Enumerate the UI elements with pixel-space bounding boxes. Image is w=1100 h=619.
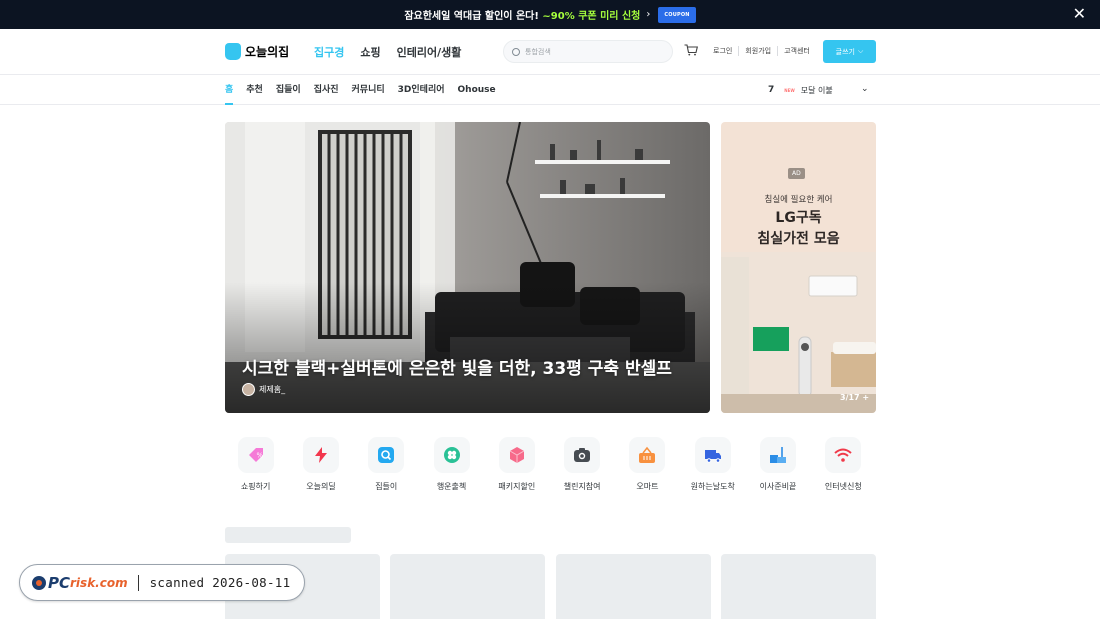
- chevron-down-icon[interactable]: ⌄: [861, 84, 869, 94]
- category-housewarming[interactable]: 집들이: [354, 437, 419, 492]
- divider: [137, 574, 139, 591]
- ad-image: [721, 252, 876, 413]
- ad-subtitle: 침실에 필요한 케어: [764, 195, 833, 205]
- category-label: 행운출첵: [436, 482, 467, 491]
- ad-banner[interactable]: AD 침실에 필요한 케어 LG구독 침실가전 모음 3/17 +: [721, 122, 876, 413]
- svg-text:%: %: [256, 452, 263, 460]
- delivery-truck-icon: [694, 437, 731, 473]
- tab-3d-interior[interactable]: 3D인테리어: [398, 75, 445, 105]
- magnifier-logo-icon: [32, 575, 46, 590]
- ad-badge: AD: [788, 168, 805, 179]
- write-button-label: 글쓰기: [835, 47, 855, 56]
- category-omart[interactable]: 오마트: [615, 437, 680, 492]
- search-input[interactable]: [525, 47, 665, 56]
- nav-item-home-tour[interactable]: 집구경: [314, 44, 344, 60]
- customer-center-link[interactable]: 고객센터: [777, 46, 816, 56]
- house-logo-icon: [225, 43, 241, 60]
- new-badge: NEW: [784, 87, 795, 93]
- category-label: 오마트: [636, 482, 659, 491]
- package-box-icon: [498, 437, 535, 473]
- logo-text: 오늘의집: [245, 45, 290, 59]
- category-internet[interactable]: 인터넷신청: [811, 437, 876, 492]
- category-shopping[interactable]: % 쇼핑하기: [223, 437, 288, 492]
- tab-recommend[interactable]: 추천: [246, 75, 263, 105]
- hero-story-card[interactable]: 시크한 블랙+실버톤에 은은한 빛을 더한, 33평 구축 반셀프 제제홈_: [225, 122, 710, 413]
- ad-title-line1: LG구독: [775, 210, 822, 226]
- trending-keyword[interactable]: 7 NEW 모달 이불 ⌄: [768, 75, 869, 105]
- lightning-icon: [302, 437, 339, 473]
- tab-ohouse[interactable]: Ohouse: [458, 75, 496, 105]
- category-label: 원하는날도착: [690, 482, 735, 491]
- ad-pager[interactable]: 3/17 +: [840, 393, 869, 402]
- camera-icon: [564, 437, 601, 473]
- card-placeholder: [721, 554, 876, 619]
- utility-links: 로그인 회원가입 고객센터: [713, 46, 816, 56]
- main-nav: 집구경 쇼핑 인테리어/생활: [314, 44, 461, 60]
- category-today-deal[interactable]: 오늘의딜: [288, 437, 353, 492]
- shopping-tag-icon: %: [237, 437, 274, 473]
- author-name: 제제홈_: [259, 385, 286, 394]
- category-label: 집들이: [375, 482, 398, 491]
- ad-title-line2: 침실가전 모음: [757, 231, 840, 247]
- category-label: 인터넷신청: [824, 482, 862, 491]
- pcrisk-logo: PC risk.com: [32, 574, 128, 592]
- trending-text: 모달 이불: [800, 85, 833, 95]
- scan-date: scanned 2026-08-11: [149, 575, 291, 590]
- banner-text: 잠요한세일 역대급 할인이 온다! ~90% 쿠폰 미리 신청: [404, 11, 641, 22]
- plus-icon: +: [862, 393, 870, 402]
- login-link[interactable]: 로그인: [713, 46, 738, 56]
- avatar: [242, 383, 255, 396]
- wifi-icon: [825, 437, 862, 473]
- category-label: 챌린지참여: [563, 482, 601, 491]
- promo-banner[interactable]: 잠요한세일 역대급 할인이 온다! ~90% 쿠폰 미리 신청 › COUPON…: [0, 0, 1100, 29]
- sub-nav: 홈 추천 집들이 집사진 커뮤니티 3D인테리어 Ohouse 7 NEW 모달…: [0, 75, 1100, 105]
- category-package-discount[interactable]: 패키지할인: [484, 437, 549, 492]
- category-shortcuts: % 쇼핑하기 오늘의딜 집들이 행운출첵 패키지할인 챌린지참여 오마트 원하는…: [223, 437, 876, 492]
- category-lucky-checkin[interactable]: 행운출첵: [419, 437, 484, 492]
- moving-icon: [760, 437, 797, 473]
- hero-title[interactable]: 시크한 블랙+실버톤에 은은한 빛을 더한, 33평 구축 반셀프: [242, 354, 672, 379]
- watermark-stamp: PC risk.com scanned 2026-08-11: [19, 564, 305, 601]
- tab-photos[interactable]: 집사진: [314, 75, 339, 105]
- nav-item-interior[interactable]: 인테리어/생활: [397, 44, 462, 60]
- nav-item-shopping[interactable]: 쇼핑: [360, 44, 380, 60]
- chevron-right-icon: ›: [646, 9, 651, 20]
- tab-housewarming[interactable]: 집들이: [276, 75, 301, 105]
- close-icon[interactable]: ✕: [1073, 6, 1086, 22]
- write-button[interactable]: 글쓰기 ⌵: [823, 40, 876, 63]
- coupon-badge[interactable]: COUPON: [658, 6, 696, 23]
- clover-icon: [433, 437, 470, 473]
- site-header: 오늘의집 집구경 쇼핑 인테리어/생활 로그인 회원가입 고객센터 글쓰기 ⌵: [0, 29, 1100, 75]
- tab-home[interactable]: 홈: [225, 75, 234, 105]
- cart-icon[interactable]: [684, 44, 698, 56]
- tab-community[interactable]: 커뮤니티: [352, 75, 385, 105]
- basket-icon: [629, 437, 666, 473]
- category-scheduled-delivery[interactable]: 원하는날도착: [680, 437, 745, 492]
- category-label: 이사준비끝: [759, 482, 797, 491]
- hero-author[interactable]: 제제홈_: [242, 383, 285, 396]
- signup-link[interactable]: 회원가입: [738, 46, 777, 56]
- category-label: 오늘의딜: [306, 482, 336, 491]
- category-label: 패키지할인: [498, 482, 536, 491]
- logo[interactable]: 오늘의집: [225, 43, 289, 60]
- search-box[interactable]: [503, 40, 673, 63]
- section-title-placeholder: [225, 527, 351, 543]
- trending-rank: 7: [768, 85, 775, 95]
- house-search-icon: [368, 437, 405, 473]
- category-label: 쇼핑하기: [240, 482, 271, 491]
- category-challenge[interactable]: 챌린지참여: [549, 437, 614, 492]
- chevron-down-icon: ⌵: [858, 47, 864, 55]
- sub-nav-tabs: 홈 추천 집들이 집사진 커뮤니티 3D인테리어 Ohouse: [225, 75, 496, 105]
- category-moving[interactable]: 이사준비끝: [745, 437, 810, 492]
- card-placeholder: [556, 554, 711, 619]
- card-placeholder: [390, 554, 545, 619]
- search-icon: [512, 47, 520, 56]
